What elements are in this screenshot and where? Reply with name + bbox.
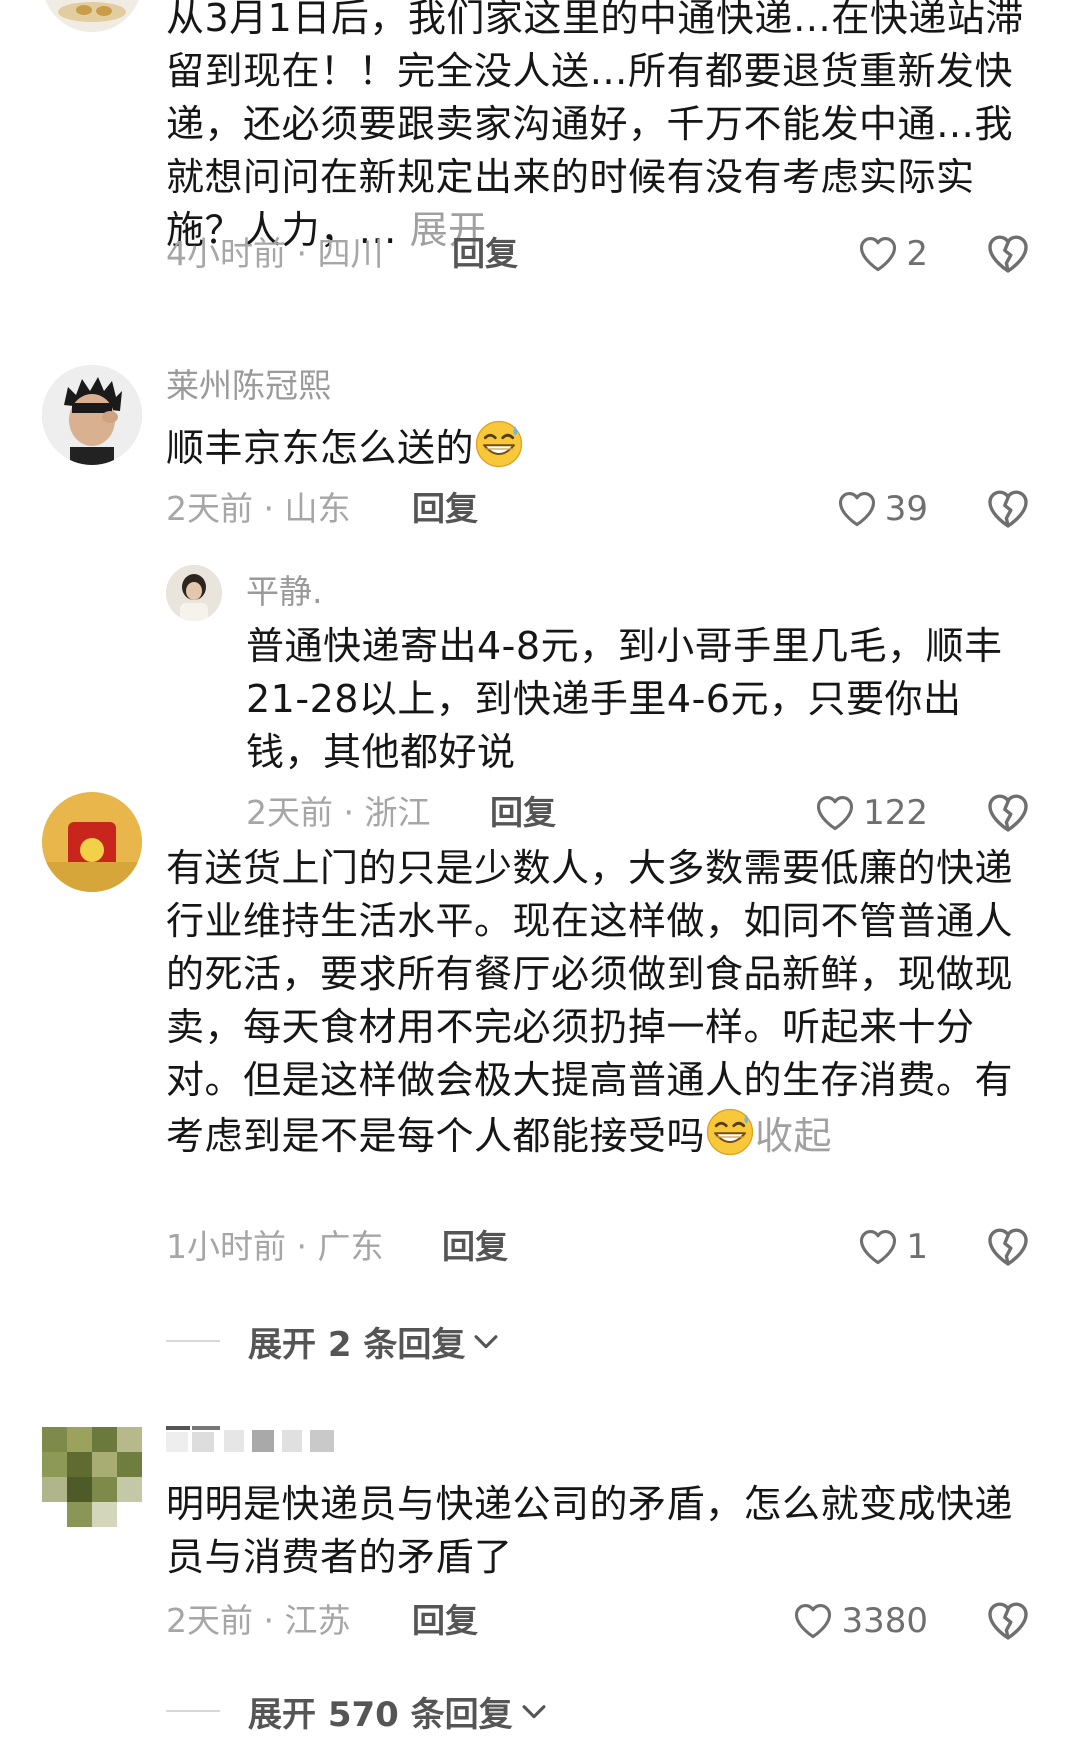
comment-text: 有送货上门的只是少数人，大多数需要低廉的快递行业维持生活水平。现在这样做，如同不… xyxy=(166,842,1038,1163)
heart-outline-icon xyxy=(856,1225,900,1269)
reply-username[interactable]: 平静. xyxy=(246,570,323,614)
like-count: 39 xyxy=(884,489,928,529)
reply-button[interactable]: 回复 xyxy=(412,484,478,534)
broken-heart-icon[interactable] xyxy=(984,1223,1032,1271)
comment-text: 从3月1日后，我们家这里的中通快递…在快递站滞留到现在！！完全没人送…所有都要退… xyxy=(166,0,1038,257)
username-pixelated[interactable] xyxy=(166,1426,346,1452)
chevron-down-icon xyxy=(522,1705,546,1719)
like-count: 2 xyxy=(906,234,928,274)
grinning-sweat-emoji-icon xyxy=(705,1107,755,1157)
timestamp-location: 2天前 · 山东 xyxy=(166,489,351,528)
like-button[interactable]: 2 xyxy=(856,229,928,279)
divider-line xyxy=(166,1340,220,1342)
collapse-link[interactable]: 收起 xyxy=(755,1114,832,1158)
comment-meta: 4小时前 · 四川 回复 xyxy=(166,229,1066,279)
avatar-image xyxy=(42,0,142,32)
avatar[interactable] xyxy=(42,365,142,465)
reply-button[interactable]: 回复 xyxy=(412,1596,478,1646)
divider-line xyxy=(166,1710,220,1712)
avatar-image xyxy=(42,365,142,465)
reply-button[interactable]: 回复 xyxy=(452,229,518,279)
reply-button[interactable]: 回复 xyxy=(442,1222,508,1272)
like-count: 1 xyxy=(906,1227,928,1267)
avatar[interactable] xyxy=(42,0,142,32)
grinning-sweat-emoji-icon xyxy=(474,419,524,469)
reply-meta: 2天前 · 浙江 回复 xyxy=(246,788,1066,838)
expand-replies-label: 展开 570 条回复 xyxy=(248,1694,513,1735)
comment-meta: 2天前 · 江苏 回复 xyxy=(166,1596,1066,1646)
timestamp-location: 2天前 · 江苏 xyxy=(166,1601,351,1640)
like-button[interactable]: 1 xyxy=(856,1222,928,1272)
expand-replies-button[interactable]: 展开 570 条回复 xyxy=(166,1686,551,1736)
like-button[interactable]: 3380 xyxy=(791,1596,928,1646)
reply-text: 普通快递寄出4-8元，到小哥手里几毛，顺丰21-28以上，到快递手里4-6元，只… xyxy=(246,624,1003,774)
expand-replies-button[interactable]: 展开 2 条回复 xyxy=(166,1316,503,1366)
heart-outline-icon xyxy=(835,487,879,531)
comment-meta: 1小时前 · 广东 回复 xyxy=(166,1222,1066,1272)
comment-text: 明明是快递员与快递公司的矛盾，怎么就变成快递员与消费者的矛盾了 xyxy=(166,1482,1014,1579)
like-button[interactable]: 122 xyxy=(813,788,928,838)
comment-body: 顺丰京东怎么送的 xyxy=(166,426,475,470)
broken-heart-icon[interactable] xyxy=(984,789,1032,837)
timestamp-location: 1小时前 · 广东 xyxy=(166,1227,384,1266)
avatar-image xyxy=(166,565,222,621)
broken-heart-icon[interactable] xyxy=(984,485,1032,533)
like-count: 3380 xyxy=(841,1601,928,1641)
comment-body: 从3月1日后，我们家这里的中通快递…在快递站滞留到现在！！完全没人送…所有都要退… xyxy=(166,0,1024,252)
heart-outline-icon xyxy=(856,232,900,276)
chevron-down-icon xyxy=(474,1335,498,1349)
avatar-image-pixelated xyxy=(42,1427,142,1527)
timestamp-location: 4小时前 · 四川 xyxy=(166,234,384,273)
heart-outline-icon xyxy=(813,791,857,835)
avatar[interactable] xyxy=(42,792,142,892)
username[interactable]: 莱州陈冠熙 xyxy=(166,364,331,408)
comment-text: 顺丰京东怎么送的 xyxy=(166,419,1038,475)
like-button[interactable]: 39 xyxy=(835,484,928,534)
expand-replies-label: 展开 2 条回复 xyxy=(248,1324,466,1365)
comment-meta: 2天前 · 山东 回复 xyxy=(166,484,1066,534)
like-count: 122 xyxy=(863,793,928,833)
reply-avatar[interactable] xyxy=(166,565,222,621)
timestamp-location: 2天前 · 浙江 xyxy=(246,793,431,832)
avatar-image xyxy=(42,792,142,892)
reply-button[interactable]: 回复 xyxy=(490,788,556,838)
avatar[interactable] xyxy=(42,1427,142,1527)
comment-body: 有送货上门的只是少数人，大多数需要低廉的快递行业维持生活水平。现在这样做，如同不… xyxy=(166,846,1014,1158)
broken-heart-icon[interactable] xyxy=(984,1597,1032,1645)
heart-outline-icon xyxy=(791,1599,835,1643)
broken-heart-icon[interactable] xyxy=(984,230,1032,278)
